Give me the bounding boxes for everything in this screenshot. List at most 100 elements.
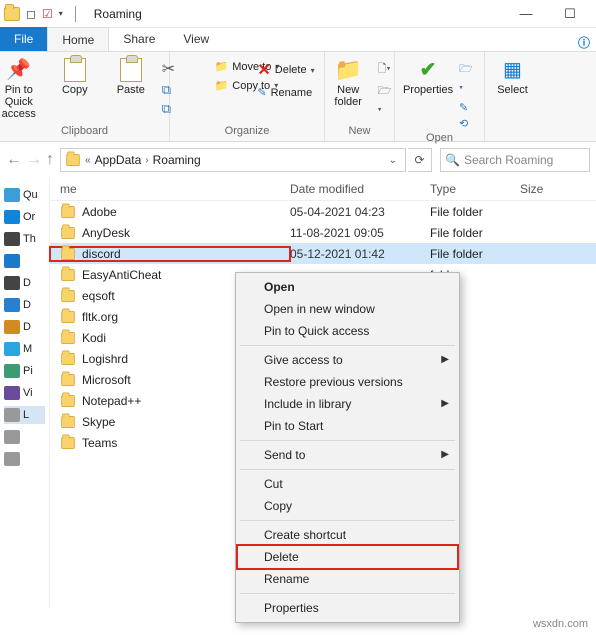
copy-to-icon: 📁	[215, 79, 229, 92]
chevron-right-icon: ▶	[441, 449, 449, 460]
forward-button[interactable]: →	[26, 151, 42, 169]
folder-icon	[61, 374, 75, 386]
pin-quick-access-button[interactable]: 📌 Pin to Quick access	[0, 56, 44, 120]
sidebar-item[interactable]: D	[4, 318, 45, 336]
qat-save-icon[interactable]: ◻	[26, 7, 36, 21]
select-icon: ▦	[503, 56, 522, 84]
rename-button[interactable]: ✎ Rename	[257, 86, 314, 99]
titlebar: ◻ ☑ ▾ Roaming — ☐	[0, 0, 596, 28]
folder-name: Notepad++	[82, 394, 141, 408]
sidebar-item[interactable]	[4, 252, 45, 270]
ctx-include-in-library[interactable]: Include in library▶	[238, 393, 457, 415]
column-name[interactable]: me	[50, 182, 290, 196]
properties-button[interactable]: ✔ Properties	[403, 56, 453, 130]
ctx-properties[interactable]: Properties	[238, 597, 457, 619]
ctx-restore-previous-versions[interactable]: Restore previous versions	[238, 371, 457, 393]
ctx-open[interactable]: Open	[238, 276, 457, 298]
sidebar-item[interactable]	[4, 450, 45, 468]
folder-date: 05-12-2021 01:42	[290, 247, 430, 261]
sidebar-item[interactable]: Or	[4, 208, 45, 226]
crumb-history-icon[interactable]: ⌄	[389, 155, 397, 166]
sidebar-icon	[4, 298, 20, 312]
minimize-button[interactable]: —	[504, 0, 548, 28]
maximize-button[interactable]: ☐	[548, 0, 592, 28]
column-size[interactable]: Size	[520, 182, 596, 196]
group-clipboard: Clipboard	[61, 123, 108, 141]
qat-check-icon[interactable]: ☑	[42, 7, 53, 21]
ctx-copy[interactable]: Copy	[238, 495, 457, 517]
tab-share[interactable]: Share	[109, 27, 169, 51]
copy-button[interactable]: Copy	[50, 56, 100, 120]
open-icon[interactable]: 🗁▾	[459, 60, 476, 98]
ctx-delete[interactable]: Delete	[238, 546, 457, 568]
sidebar-item[interactable]: M	[4, 340, 45, 358]
ctx-give-access-to[interactable]: Give access to▶	[238, 349, 457, 371]
sidebar-icon	[4, 342, 20, 356]
folder-name: fltk.org	[82, 310, 118, 324]
delete-button[interactable]: ✕ Delete▾	[257, 60, 314, 80]
refresh-button[interactable]: ⟳	[408, 148, 432, 172]
folder-row[interactable]: AnyDesk11-08-2021 09:05File folder	[50, 222, 596, 243]
sidebar-icon	[4, 188, 20, 202]
tab-home[interactable]: Home	[47, 27, 109, 51]
window-title: Roaming	[94, 7, 142, 21]
search-icon: 🔍	[445, 153, 460, 167]
sidebar-item[interactable]: D	[4, 296, 45, 314]
crumb-appdata[interactable]: AppData	[95, 153, 142, 167]
ctx-pin-to-start[interactable]: Pin to Start	[238, 415, 457, 437]
history-icon[interactable]: ⟲	[459, 117, 476, 130]
paste-button[interactable]: Paste	[106, 56, 156, 120]
search-input[interactable]: 🔍 Search Roaming	[440, 148, 590, 172]
tab-view[interactable]: View	[169, 27, 223, 51]
sidebar-icon	[4, 408, 20, 422]
address-bar-row: ← → ↑ « AppData › Roaming ⌄ ⟳ 🔍 Search R…	[6, 146, 590, 174]
help-button[interactable]: ⓘ	[572, 34, 596, 51]
folder-name: Adobe	[82, 205, 117, 219]
chevron-right-icon: ▶	[441, 354, 449, 365]
qat-dropdown-icon[interactable]: ▾	[59, 9, 63, 18]
back-button[interactable]: ←	[6, 151, 22, 169]
ctx-rename[interactable]: Rename	[238, 568, 457, 590]
folder-row[interactable]: discord05-12-2021 01:42File folder	[50, 243, 596, 264]
folder-name: Skype	[82, 415, 115, 429]
new-folder-icon: 📁	[334, 56, 361, 84]
sidebar-item[interactable]: Pi	[4, 362, 45, 380]
address-bar[interactable]: « AppData › Roaming ⌄	[60, 148, 406, 172]
select-button[interactable]: ▦ Select	[488, 56, 538, 96]
new-item-icon[interactable]: 🗋▾	[378, 60, 395, 79]
paste-icon	[120, 56, 142, 84]
column-date[interactable]: Date modified	[290, 182, 430, 196]
ctx-pin-quick-access[interactable]: Pin to Quick access	[238, 320, 457, 342]
sidebar-label: D	[23, 277, 31, 289]
sidebar-item[interactable]	[4, 428, 45, 446]
folder-name: Logishrd	[82, 352, 128, 366]
sidebar-icon	[4, 430, 20, 444]
ctx-send-to[interactable]: Send to▶	[238, 444, 457, 466]
chevron-right-icon: ▶	[441, 398, 449, 409]
ctx-cut[interactable]: Cut	[238, 473, 457, 495]
column-type[interactable]: Type	[430, 182, 520, 196]
sidebar-item[interactable]: Vi	[4, 384, 45, 402]
nav-pane[interactable]: QuOrThDDDMPiViL	[0, 178, 50, 608]
sidebar-icon	[4, 254, 20, 268]
folder-row[interactable]: Adobe05-04-2021 04:23File folder	[50, 201, 596, 222]
folder-date: 05-04-2021 04:23	[290, 205, 430, 219]
tab-file[interactable]: File	[0, 27, 47, 51]
ctx-open-new-window[interactable]: Open in new window	[238, 298, 457, 320]
sidebar-item[interactable]: Th	[4, 230, 45, 248]
up-button[interactable]: ↑	[46, 151, 54, 169]
folder-icon	[61, 269, 75, 281]
sidebar-item[interactable]: L	[4, 406, 45, 424]
sidebar-icon	[4, 210, 20, 224]
sidebar-item[interactable]: Qu	[4, 186, 45, 204]
sidebar-item[interactable]: D	[4, 274, 45, 292]
folder-name: Microsoft	[82, 373, 131, 387]
new-folder-button[interactable]: 📁 New folder	[325, 56, 372, 120]
ctx-create-shortcut[interactable]: Create shortcut	[238, 524, 457, 546]
folder-name: discord	[82, 247, 121, 261]
sidebar-icon	[4, 386, 20, 400]
easy-access-icon[interactable]: 🗁▾	[378, 82, 395, 120]
crumb-roaming[interactable]: Roaming	[153, 153, 201, 167]
column-headers[interactable]: me Date modified Type Size	[50, 178, 596, 201]
edit-icon[interactable]: ✎	[459, 101, 476, 114]
